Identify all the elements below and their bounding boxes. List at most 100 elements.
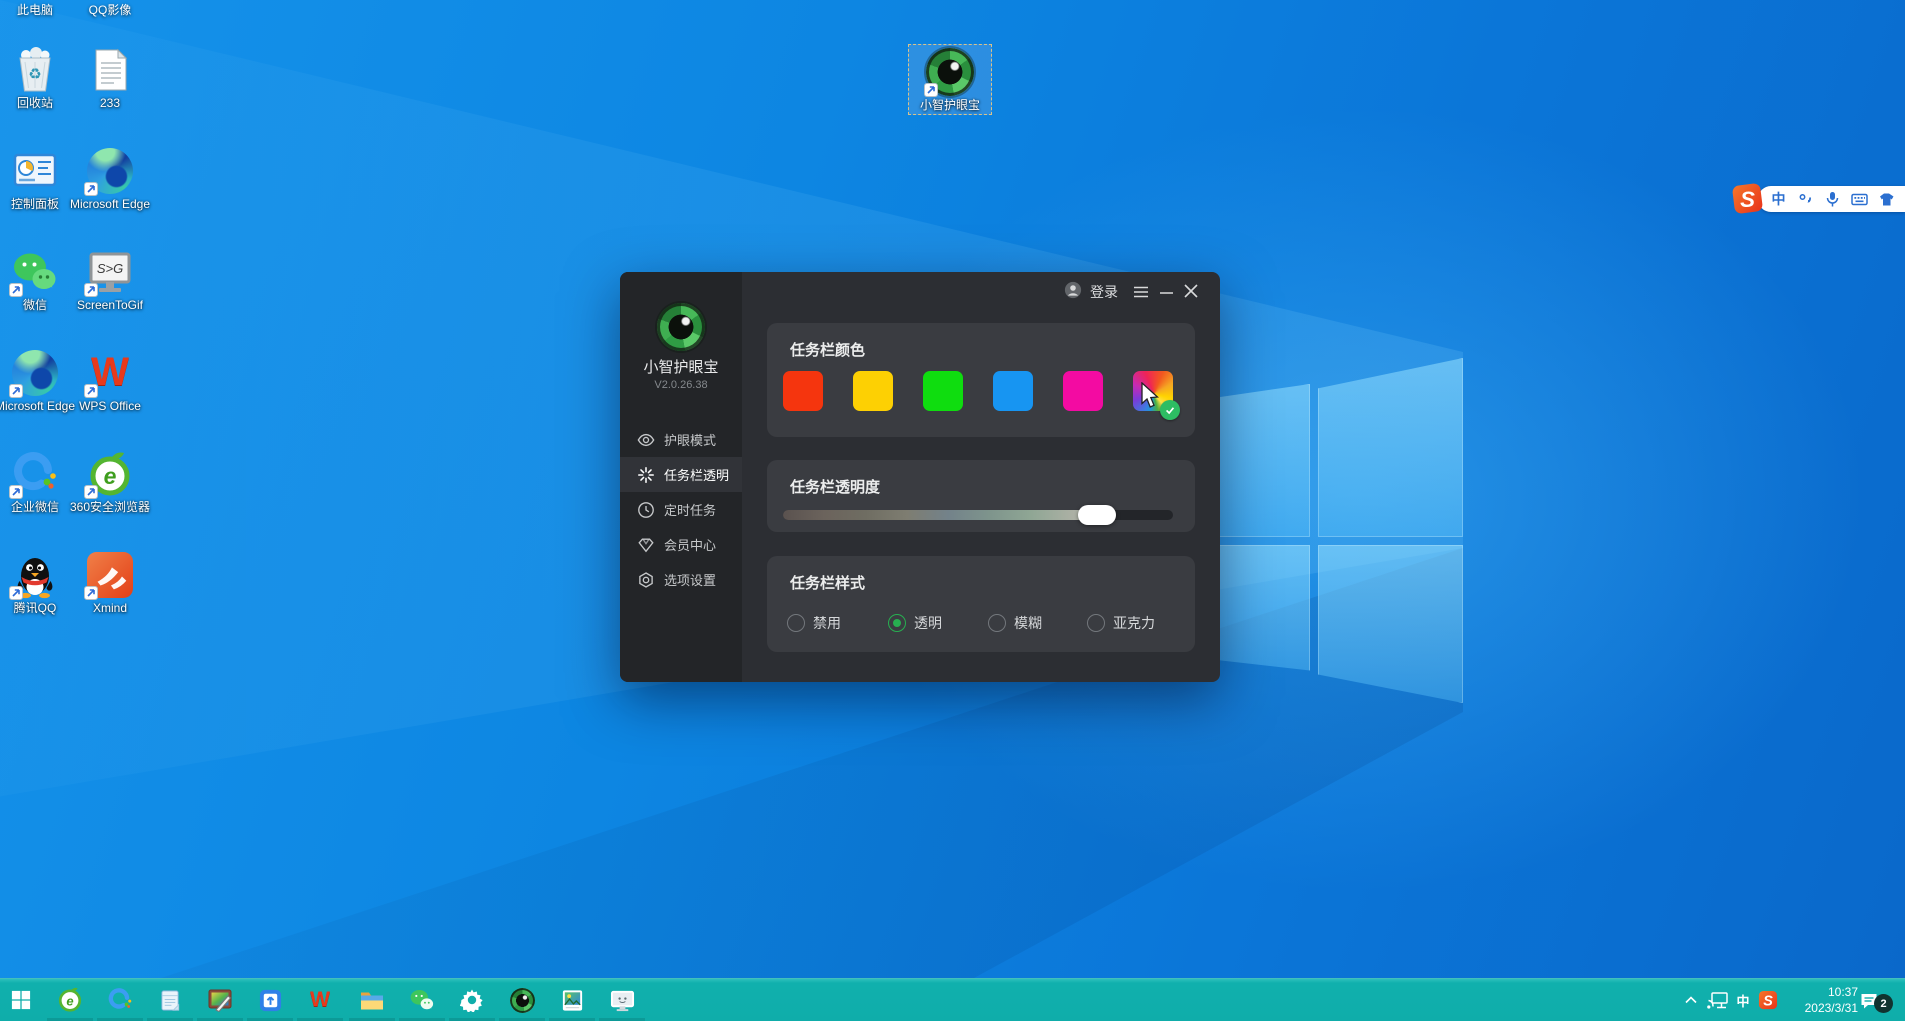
panel-title: 任务栏颜色 — [790, 339, 865, 360]
aperture-icon — [926, 48, 974, 96]
swatch-magenta[interactable] — [1063, 371, 1103, 411]
taskbar-icon-eye-care-app[interactable] — [509, 987, 535, 1013]
taskbar-icon-share-arrow[interactable] — [257, 987, 283, 1013]
taskbar-icon-photos[interactable] — [559, 987, 585, 1013]
sogou-mic-icon[interactable] — [1824, 190, 1841, 208]
sidebar-item-taskbar-transparency[interactable]: 任务栏透明 — [620, 457, 742, 492]
opacity-slider-thumb[interactable] — [1078, 505, 1116, 525]
radio-transparent-selected[interactable]: 透明 — [888, 613, 942, 633]
sogou-toolbar-bar: 中 — [1758, 186, 1905, 212]
radio-circle-icon — [787, 614, 805, 632]
svg-text:S>G: S>G — [97, 261, 123, 276]
start-button[interactable] — [8, 987, 34, 1013]
windows-logo-icon — [11, 990, 31, 1010]
check-badge-icon — [1160, 400, 1180, 420]
screentogif-icon: S>G — [86, 248, 134, 296]
desktop-icon-label: ScreenToGif — [77, 299, 143, 312]
desktop-icon-qq-image[interactable]: QQ影像 — [68, 1, 152, 18]
wps-icon: W — [86, 349, 134, 397]
opacity-slider-fill — [783, 510, 1113, 520]
taskbar-icon-settings[interactable] — [459, 987, 485, 1013]
desktop-icon-screentogif[interactable]: S>G ScreenToGif — [68, 248, 152, 312]
desktop-icon-xmind[interactable]: Xmind — [68, 551, 152, 615]
radio-circle-icon — [888, 614, 906, 632]
taskbar-icon-wecom[interactable] — [107, 987, 133, 1013]
sidebar-item-label: 护眼模式 — [664, 430, 716, 449]
desktop-icon-label: Microsoft Edge — [70, 198, 150, 211]
menu-button[interactable] — [1132, 285, 1150, 299]
radio-blur[interactable]: 模糊 — [988, 613, 1042, 633]
minimize-button[interactable] — [1158, 285, 1174, 299]
clock-date: 2023/3/31 — [1788, 1000, 1858, 1016]
taskbar-icon-wechat[interactable] — [409, 987, 435, 1013]
taskbar-icon-wps[interactable]: W — [307, 987, 333, 1013]
recycle-bin-icon: ♻ — [11, 46, 59, 94]
desktop-icon-this-pc[interactable]: 此电脑 — [0, 1, 77, 18]
desktop-icon-label: 360安全浏览器 — [70, 501, 150, 514]
sidebar-item-options[interactable]: 选项设置 — [620, 562, 742, 597]
control-panel-icon — [11, 147, 59, 195]
swatch-rainbow-selected[interactable] — [1133, 371, 1173, 411]
login-button[interactable]: 登录 — [1090, 282, 1118, 302]
360-browser-icon: e — [86, 450, 134, 498]
radio-disable[interactable]: 禁用 — [787, 613, 841, 633]
taskbar: e W — [0, 978, 1905, 1021]
color-swatches — [783, 371, 1173, 411]
sogou-logo-icon[interactable]: S — [1732, 183, 1763, 214]
swatch-green[interactable] — [923, 371, 963, 411]
desktop-icon-wps[interactable]: W WPS Office — [68, 349, 152, 413]
shortcut-arrow-icon — [9, 384, 23, 398]
tray-clock[interactable]: 10:37 2023/3/31 — [1788, 984, 1858, 1016]
sogou-skin-icon[interactable] — [1878, 190, 1895, 208]
desktop-icon-eye-care-selected[interactable]: 小智护眼宝 — [908, 44, 992, 115]
clock-time: 10:37 — [1788, 984, 1858, 1000]
tray-input-mode-indicator[interactable]: 中 — [1734, 991, 1752, 1009]
swatch-blue[interactable] — [993, 371, 1033, 411]
app-sidebar: 小智护眼宝 V2.0.26.38 护眼模式 任务栏透明 定时任务 会员中心 — [620, 272, 742, 682]
desktop-icon-edge[interactable]: Microsoft Edge — [68, 147, 152, 211]
desktop-icon-control-panel[interactable]: 控制面板 — [0, 147, 77, 211]
radio-label: 透明 — [914, 613, 942, 633]
qq-icon — [11, 551, 59, 599]
desktop-icon-label: 腾讯QQ — [14, 602, 57, 615]
desktop-icon-label: Microsoft Edge — [0, 400, 75, 413]
swatch-red[interactable] — [783, 371, 823, 411]
clock-icon — [637, 501, 655, 519]
desktop-icon-qq[interactable]: 腾讯QQ — [0, 551, 77, 615]
sogou-mode-chinese[interactable]: 中 — [1770, 190, 1787, 208]
taskbar-icon-file-explorer[interactable] — [359, 987, 385, 1013]
xmind-icon — [86, 551, 134, 599]
taskbar-style-panel: 任务栏样式 禁用 透明 模糊 亚克力 — [767, 556, 1195, 652]
svg-text:S: S — [1763, 994, 1773, 1010]
desktop-icon-233[interactable]: 233 — [68, 46, 152, 110]
sogou-punctuation-icon[interactable] — [1797, 190, 1814, 208]
close-button[interactable] — [1183, 283, 1199, 299]
tray-chevron-up-icon[interactable] — [1684, 995, 1698, 1005]
desktop-icon-360-browser[interactable]: e 360安全浏览器 — [68, 450, 152, 514]
shortcut-arrow-icon — [84, 485, 98, 499]
tray-network-icon[interactable] — [1706, 992, 1728, 1009]
desktop-icon-wecom[interactable]: 企业微信 — [0, 450, 77, 514]
desktop-icon-wechat[interactable]: 微信 — [0, 248, 77, 312]
swatch-yellow[interactable] — [853, 371, 893, 411]
taskbar-icon-image-viewer[interactable] — [207, 987, 233, 1013]
tray-sogou-icon[interactable]: S — [1758, 990, 1778, 1010]
desktop-icon-label: 微信 — [23, 299, 47, 312]
desktop-icon-recycle-bin[interactable]: ♻ 回收站 — [0, 46, 77, 110]
taskbar-opacity-panel: 任务栏透明度 — [767, 460, 1195, 532]
sidebar-item-scheduled-tasks[interactable]: 定时任务 — [620, 492, 742, 527]
desktop: 此电脑 QQ影像 ♻ 回收站 233 — [0, 0, 1905, 1021]
sidebar-item-eye-mode[interactable]: 护眼模式 — [620, 422, 742, 457]
edge-icon — [86, 147, 134, 195]
taskbar-icon-notepad[interactable] — [157, 987, 183, 1013]
sidebar-nav: 护眼模式 任务栏透明 定时任务 会员中心 选项设置 — [620, 422, 742, 597]
radio-circle-icon — [1087, 614, 1105, 632]
opacity-slider-track[interactable] — [783, 510, 1173, 520]
radio-acrylic[interactable]: 亚克力 — [1087, 613, 1155, 633]
taskbar-icon-screen-recorder[interactable] — [609, 987, 635, 1013]
sogou-keyboard-icon[interactable] — [1851, 190, 1868, 208]
sogou-input-toolbar: S 中 — [1732, 183, 1905, 215]
desktop-icon-edge-2[interactable]: Microsoft Edge — [0, 349, 77, 413]
taskbar-icon-360-browser[interactable]: e — [57, 987, 83, 1013]
sidebar-item-member-center[interactable]: 会员中心 — [620, 527, 742, 562]
